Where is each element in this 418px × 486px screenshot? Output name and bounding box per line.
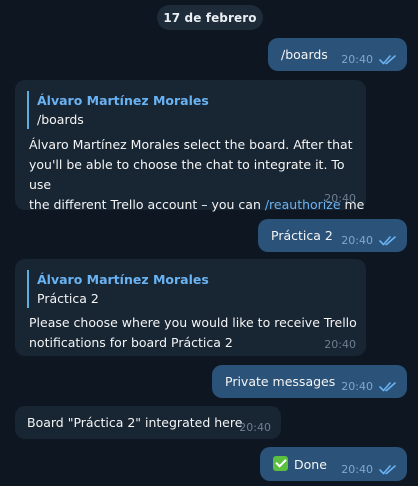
- incoming-message[interactable]: Álvaro Martínez Morales Práctica 2 Pleas…: [15, 259, 366, 356]
- outgoing-message[interactable]: Done 20:40: [260, 447, 407, 481]
- message-meta: 20:40: [239, 421, 271, 434]
- message-time: 20:40: [324, 192, 356, 205]
- message-meta: 20:40: [341, 53, 397, 66]
- read-double-check-icon: [379, 54, 397, 65]
- message-meta: 20:40: [324, 338, 356, 351]
- outgoing-message[interactable]: Práctica 2 20:40: [258, 219, 407, 252]
- message-meta: 20:40: [341, 463, 397, 476]
- message-time: 20:40: [239, 421, 271, 434]
- read-double-check-icon: [379, 464, 397, 475]
- message-meta: 20:40: [324, 192, 356, 205]
- message-time: 20:40: [341, 53, 373, 66]
- message-time: 20:40: [341, 463, 373, 476]
- message-meta: 20:40: [341, 234, 397, 247]
- message-time: 20:40: [324, 338, 356, 351]
- message-line: the different Trello account – you can /…: [29, 197, 365, 212]
- reply-quote[interactable]: Álvaro Martínez Morales /boards: [27, 91, 209, 129]
- message-line: Please choose where you would like to re…: [29, 315, 357, 330]
- check-mark-button-emoji: [273, 456, 288, 471]
- reply-quote[interactable]: Álvaro Martínez Morales Práctica 2: [27, 270, 209, 308]
- outgoing-message[interactable]: /boards 20:40: [268, 38, 407, 71]
- message-content: Done: [273, 455, 327, 474]
- reply-text: /boards: [37, 112, 84, 127]
- read-double-check-icon: [379, 381, 397, 392]
- reply-author: Álvaro Martínez Morales: [37, 272, 209, 287]
- message-line: you'll be able to choose the chat to int…: [29, 157, 345, 192]
- incoming-message[interactable]: Board "Práctica 2" integrated here 20:40: [15, 406, 281, 439]
- message-text: Práctica 2: [271, 228, 333, 243]
- incoming-message[interactable]: Álvaro Martínez Morales /boards Álvaro M…: [15, 80, 366, 212]
- message-text: Álvaro Martínez Morales select the board…: [29, 135, 366, 215]
- message-line: notifications for board Práctica 2: [29, 335, 233, 350]
- message-text: Private messages: [225, 374, 336, 389]
- reply-text: Práctica 2: [37, 291, 99, 306]
- message-text: Done: [294, 457, 327, 472]
- message-meta: 20:40: [341, 380, 397, 393]
- message-text: Please choose where you would like to re…: [29, 313, 357, 353]
- message-text: /boards: [281, 47, 328, 62]
- message-line: Álvaro Martínez Morales select the board…: [29, 137, 353, 152]
- outgoing-message[interactable]: Private messages 20:40: [212, 365, 407, 398]
- reply-author: Álvaro Martínez Morales: [37, 93, 209, 108]
- read-double-check-icon: [379, 235, 397, 246]
- message-text: Board "Práctica 2" integrated here: [27, 415, 243, 430]
- message-time: 20:40: [341, 380, 373, 393]
- date-separator: 17 de febrero: [157, 5, 263, 30]
- message-time: 20:40: [341, 234, 373, 247]
